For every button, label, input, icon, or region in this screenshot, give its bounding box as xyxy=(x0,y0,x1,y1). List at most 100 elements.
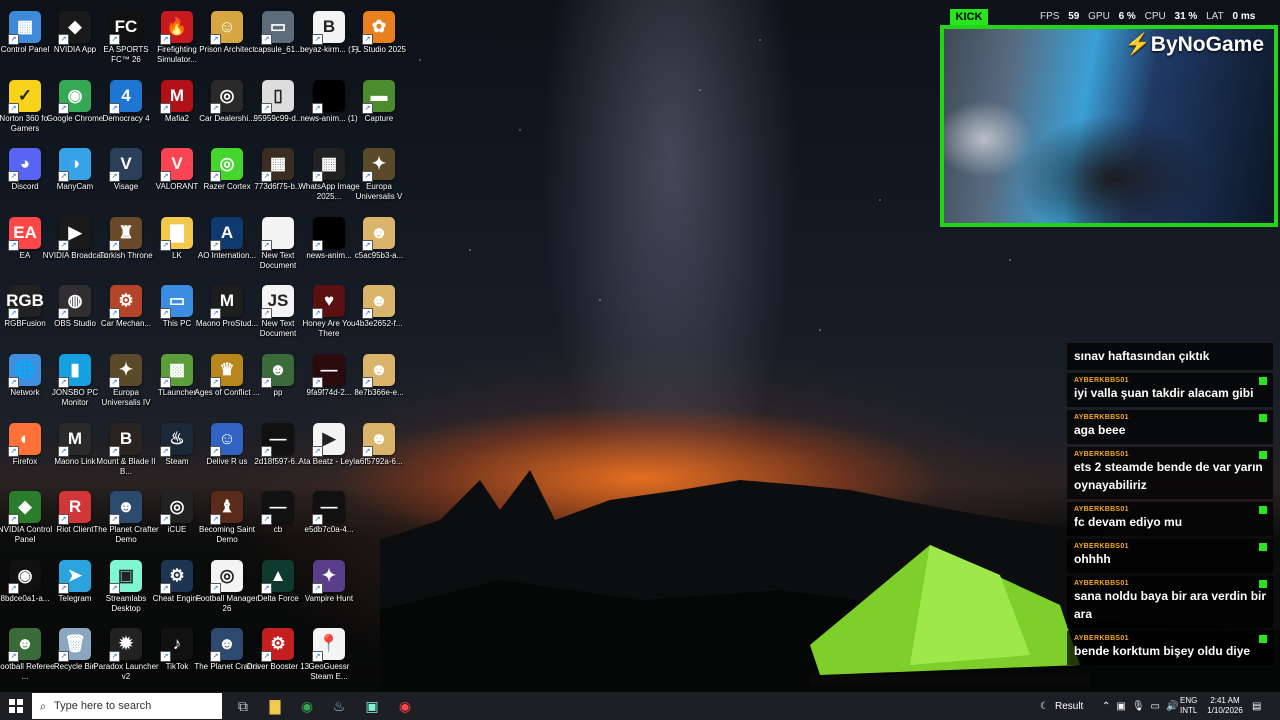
notification-icon: ▤ xyxy=(1252,700,1262,712)
shortcut-arrow-icon: ↗ xyxy=(312,651,323,663)
taskbar-app-button[interactable]: ▣ xyxy=(357,692,387,720)
chat-message: AYBERKBBS01 bende korktum bişey oldu diye xyxy=(1067,631,1273,665)
taskbar-app-button[interactable]: ♨ xyxy=(324,692,354,720)
desktop-icon-label: Europa Universalis V xyxy=(355,182,403,202)
shortcut-arrow-icon: ↗ xyxy=(312,171,323,183)
taskbar-app-button[interactable]: ▇ xyxy=(260,692,290,720)
kick-badge-icon xyxy=(1259,451,1267,459)
chat-message: AYBERKBBS01 iyi valla şuan takdir alacam … xyxy=(1067,373,1273,407)
tray-display-icon[interactable]: ▭ xyxy=(1151,701,1160,712)
desktop-icon-label: 8e7b366e-e... xyxy=(354,388,404,397)
shortcut-arrow-icon: ↗ xyxy=(210,308,221,320)
shortcut-arrow-icon: ↗ xyxy=(160,651,171,663)
widget-label: Result xyxy=(1054,700,1084,712)
shortcut-arrow-icon: ↗ xyxy=(109,34,120,45)
shortcut-arrow-icon: ↗ xyxy=(261,377,272,388)
shortcut-arrow-icon: ↗ xyxy=(312,34,323,45)
desktop-icon[interactable]: ▬ ↗ Capture xyxy=(346,75,412,144)
desktop-icon[interactable]: ☻ ↗ a6f5792a-6... xyxy=(346,418,412,487)
shortcut-arrow-icon: ↗ xyxy=(8,377,19,388)
chat-message: AYBERKBBS01 sana noldu baya bir ara verdi… xyxy=(1067,576,1273,628)
shortcut-arrow-icon: ↗ xyxy=(261,102,272,114)
shortcut-arrow-icon: ↗ xyxy=(261,514,272,526)
stat-lat: LAT 0 ms xyxy=(1206,11,1256,22)
shortcut-arrow-icon: ↗ xyxy=(8,308,19,320)
desktop-icon[interactable]: ☻ ↗ 8e7b366e-e... xyxy=(346,349,412,418)
shortcut-arrow-icon: ↗ xyxy=(8,34,19,45)
shortcut-arrow-icon: ↗ xyxy=(362,171,373,183)
shortcut-arrow-icon: ↗ xyxy=(109,445,120,457)
shortcut-arrow-icon: ↗ xyxy=(8,514,19,526)
shortcut-arrow-icon: ↗ xyxy=(8,102,19,114)
taskbar-app-button[interactable]: ⧉ xyxy=(228,692,258,720)
search-placeholder: Type here to search xyxy=(54,700,152,712)
taskbar-app-button[interactable]: ◉ xyxy=(292,692,322,720)
taskbar-app-button[interactable]: ◉ xyxy=(390,692,420,720)
chat-message-text: sana noldu baya bir ara verdin bir ara xyxy=(1074,589,1267,621)
streamlabs-taskbar-icon: ▣ xyxy=(365,697,379,714)
shortcut-arrow-icon: ↗ xyxy=(8,239,19,251)
desktop-icon-label: a6f5792a-6... xyxy=(355,456,403,466)
shortcut-arrow-icon: ↗ xyxy=(109,651,120,663)
shortcut-arrow-icon: ↗ xyxy=(261,171,272,183)
language-indicator[interactable]: ENG INTL xyxy=(1180,692,1197,720)
shortcut-arrow-icon: ↗ xyxy=(109,239,120,251)
shortcut-arrow-icon: ↗ xyxy=(362,445,373,457)
shortcut-arrow-icon: ↗ xyxy=(160,514,171,526)
shortcut-arrow-icon: ↗ xyxy=(312,102,323,114)
shortcut-arrow-icon: ↗ xyxy=(312,377,323,388)
kick-badge-icon xyxy=(1259,506,1267,514)
shortcut-arrow-icon: ↗ xyxy=(210,239,221,251)
shortcut-arrow-icon: ↗ xyxy=(210,102,221,114)
news-widget[interactable]: ☾ Result xyxy=(1040,692,1083,720)
shortcut-arrow-icon: ↗ xyxy=(58,377,69,388)
chat-message-text: sınav haftasından çıktık xyxy=(1074,349,1210,363)
chat-username: AYBERKBBS01 xyxy=(1074,635,1129,642)
desktop-icon-label: Capture xyxy=(364,113,394,123)
start-button[interactable] xyxy=(0,692,32,720)
desktop-icon[interactable]: — ↗ e5db7c0a-4... xyxy=(296,486,362,555)
shortcut-arrow-icon: ↗ xyxy=(109,582,120,594)
webcam-frame: ⚡ByNoGame xyxy=(940,25,1278,227)
desktop-icon[interactable]: ☻ ↗ 4b3e2652-f... xyxy=(346,280,412,349)
performance-stats: FPS 59 GPU 6 % CPU 31 % LAT 0 ms xyxy=(1040,11,1261,22)
bynogame-logo: ⚡ByNoGame xyxy=(1124,33,1264,56)
shortcut-arrow-icon: ↗ xyxy=(210,377,221,388)
search-icon: ⌕ xyxy=(39,698,47,713)
shortcut-arrow-icon: ↗ xyxy=(58,651,69,663)
notification-button[interactable]: ▤ xyxy=(1252,692,1261,720)
tray-chevron-icon[interactable]: ⌃ xyxy=(1102,701,1110,712)
tent-illustration xyxy=(810,545,1090,685)
bynogame-mark-icon: ⚡ xyxy=(1124,33,1151,56)
chat-username: AYBERKBBS01 xyxy=(1074,377,1129,384)
clock[interactable]: 2:41 AM 1/10/2026 xyxy=(1204,692,1246,720)
shortcut-arrow-icon: ↗ xyxy=(210,171,221,183)
shortcut-arrow-icon: ↗ xyxy=(312,582,323,594)
desktop-icon[interactable]: ✦ ↗ Vampire Hunt xyxy=(296,555,362,624)
search-input[interactable]: ⌕ Type here to search xyxy=(32,693,222,719)
tray-network-icon[interactable]: ▣ xyxy=(1116,701,1125,712)
desktop-icon[interactable]: 📍 ↗ GeoGuessr Steam E... xyxy=(296,623,362,692)
shortcut-arrow-icon: ↗ xyxy=(160,445,171,457)
shortcut-arrow-icon: ↗ xyxy=(8,651,19,663)
chat-message: AYBERKBBS01 aga beee xyxy=(1067,410,1273,444)
desktop-icon[interactable]: ✦ ↗ Europa Universalis V xyxy=(346,143,412,212)
stat-gpu: GPU 6 % xyxy=(1088,11,1136,22)
desktop-icon[interactable]: ☻ ↗ c5ac95b3-a... xyxy=(346,212,412,281)
clock-date: 1/10/2026 xyxy=(1207,706,1243,715)
tray-volume-icon[interactable]: 🔊 xyxy=(1166,701,1178,712)
language-text: ENG xyxy=(1180,696,1198,705)
shortcut-arrow-icon: ↗ xyxy=(160,308,171,320)
stat-cpu: CPU 31 % xyxy=(1144,11,1198,22)
ea-taskbar-icon: ◉ xyxy=(398,697,412,714)
shortcut-arrow-icon: ↗ xyxy=(362,239,373,251)
chat-message-text: aga beee xyxy=(1074,423,1126,437)
shortcut-arrow-icon: ↗ xyxy=(362,377,373,388)
chat-message: AYBERKBBS01 ets 2 steamde bende de var ya… xyxy=(1067,447,1273,499)
desktop-icon[interactable]: ✿ ↗ FL Studio 2025 xyxy=(346,6,412,75)
desktop-icon-label: c5ac95b3-a... xyxy=(354,250,404,260)
shortcut-arrow-icon: ↗ xyxy=(109,308,120,320)
tray-mic-icon[interactable]: 🎙 xyxy=(1132,701,1145,712)
shortcut-arrow-icon: ↗ xyxy=(160,171,171,183)
shortcut-arrow-icon: ↗ xyxy=(160,582,171,594)
